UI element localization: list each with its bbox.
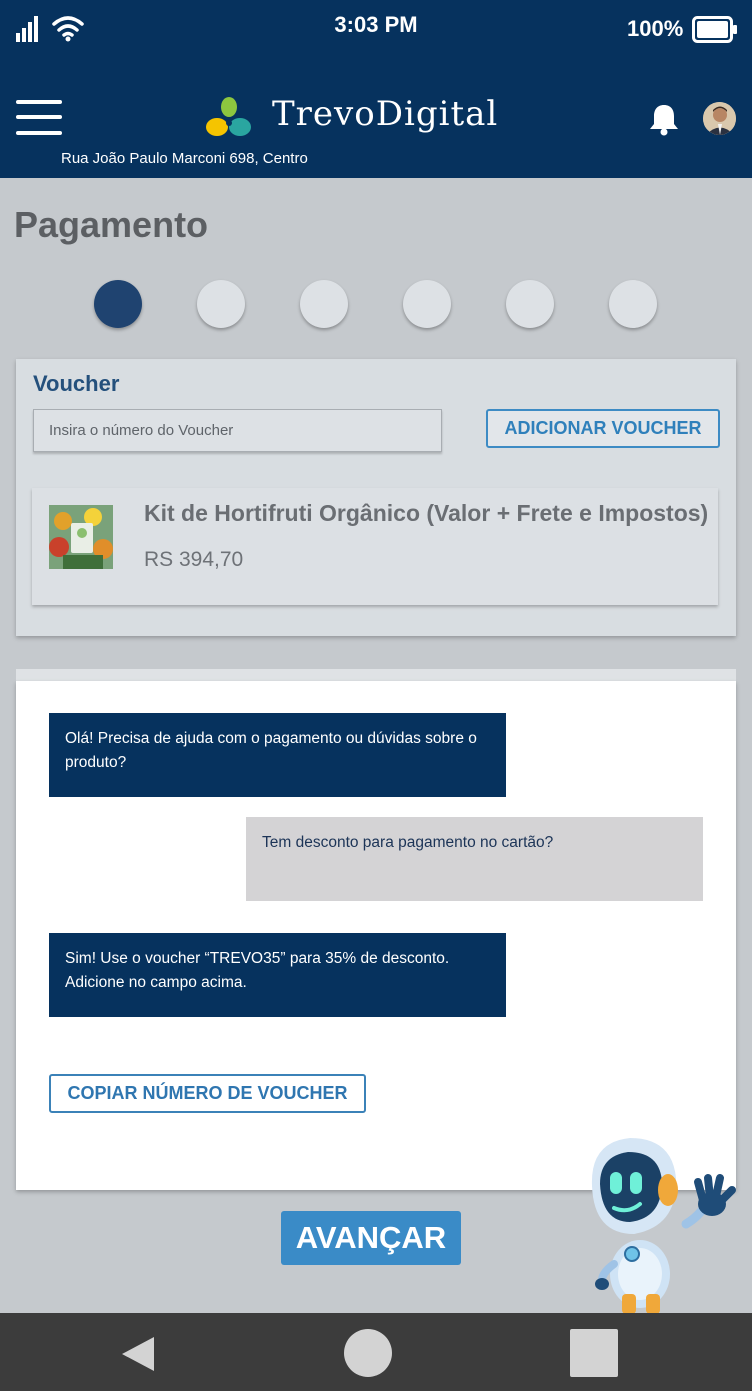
step-4[interactable] xyxy=(403,280,451,328)
payment-steps xyxy=(0,280,752,330)
robot-mascot[interactable] xyxy=(578,1134,738,1314)
step-1[interactable] xyxy=(94,280,142,328)
product-name: Kit de Hortifruti Orgânico (Valor + Fret… xyxy=(144,500,709,526)
step-6[interactable] xyxy=(609,280,657,328)
nav-back-icon[interactable] xyxy=(120,1335,156,1373)
menu-icon[interactable] xyxy=(16,100,62,136)
trevo-logo xyxy=(206,97,251,136)
step-2[interactable] xyxy=(197,280,245,328)
status-bar: 3:03 PM 100% xyxy=(0,0,752,56)
copy-voucher-button[interactable]: COPIAR NÚMERO DE VOUCHER xyxy=(49,1074,366,1113)
chat-message-user: Tem desconto para pagamento no cartão? xyxy=(246,817,703,901)
voucher-input[interactable] xyxy=(33,409,442,452)
battery-percent: 100% xyxy=(627,16,684,41)
bell-icon[interactable] xyxy=(648,102,680,136)
voucher-title: Voucher xyxy=(33,371,120,396)
product-price: RS 394,70 xyxy=(144,548,244,571)
voucher-card: Voucher ADICIONAR VOUCHER Kit de Hortifr… xyxy=(16,359,736,636)
product-item: Kit de Hortifruti Orgânico (Valor + Fret… xyxy=(32,488,718,605)
avatar[interactable] xyxy=(703,102,736,135)
add-voucher-button[interactable]: ADICIONAR VOUCHER xyxy=(486,409,720,448)
chat-header-strip xyxy=(16,669,736,681)
delivery-address: Rua João Paulo Marconi 698, Centro xyxy=(61,150,308,167)
step-3[interactable] xyxy=(300,280,348,328)
battery-icon xyxy=(692,16,737,43)
app-header: 3:03 PM 100% TrevoDigital Rua João Paulo… xyxy=(0,0,752,178)
brand-name: TrevoDigital xyxy=(272,94,499,134)
chat-message-bot: Sim! Use o voucher “TREVO35” para 35% de… xyxy=(49,933,506,1017)
nav-recent-icon[interactable] xyxy=(570,1329,618,1377)
product-image xyxy=(49,505,113,569)
page-title: Pagamento xyxy=(14,204,209,245)
system-nav-bar xyxy=(0,1313,752,1391)
advance-button[interactable]: AVANÇAR xyxy=(281,1211,461,1265)
nav-home-icon[interactable] xyxy=(344,1329,392,1377)
chat-panel: Olá! Precisa de ajuda com o pagamento ou… xyxy=(16,681,736,1190)
chat-message-bot: Olá! Precisa de ajuda com o pagamento ou… xyxy=(49,713,506,797)
step-5[interactable] xyxy=(506,280,554,328)
